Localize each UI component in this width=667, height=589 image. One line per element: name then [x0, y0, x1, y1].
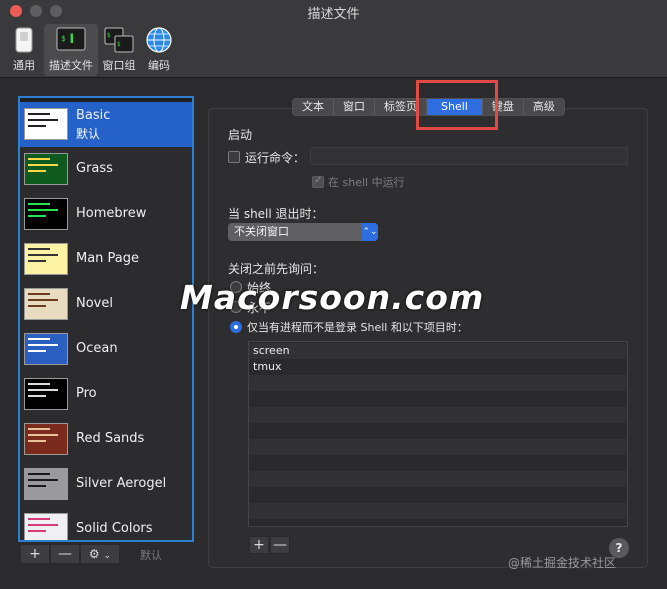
tab-advanced[interactable]: 高级: [524, 99, 564, 115]
tab-text[interactable]: 文本: [293, 99, 334, 115]
profile-name: Grass: [76, 161, 113, 176]
profile-item-solid-colors[interactable]: Solid Colors: [20, 507, 192, 540]
list-row-empty: [249, 439, 627, 455]
profile-name: Red Sands: [76, 431, 145, 446]
add-profile-button[interactable]: +: [20, 544, 50, 564]
profile-list[interactable]: Basic 默认 Grass Homebrew Man Page Novel O…: [18, 96, 194, 542]
toolbar-item-label: 编码: [148, 59, 170, 72]
globe-icon: [146, 27, 172, 53]
on-exit-heading: 当 shell 退出时：: [228, 207, 324, 221]
run-command-checkbox[interactable]: [228, 151, 240, 163]
profile-thumbnail: [24, 423, 68, 455]
profile-item-grass[interactable]: Grass: [20, 147, 192, 192]
toolbar-item-label: 描述文件: [49, 59, 93, 72]
remove-process-button[interactable]: —: [270, 536, 290, 554]
ask-before-close-heading: 关闭之前先询问：: [228, 262, 325, 276]
preferences-toolbar: 通用 $ ▌ 描述文件 $ $ 窗口组 编码: [0, 22, 667, 78]
list-row-empty: [249, 375, 627, 391]
profile-actions-menu[interactable]: ⚙ ⌄: [80, 544, 120, 564]
profile-list-footer: + — ⚙ ⌄ 默认: [20, 544, 192, 564]
watermark-text: Macorsoon.com: [180, 278, 485, 317]
profile-thumbnail: [24, 333, 68, 365]
toolbar-item-label: 窗口组: [102, 59, 136, 72]
profile-item-red-sands[interactable]: Red Sands: [20, 417, 192, 462]
on-exit-selected-value: 不关闭窗口: [234, 225, 289, 238]
profile-thumbnail: [24, 153, 68, 185]
set-default-button[interactable]: 默认: [140, 547, 162, 563]
switch-icon: [15, 27, 33, 53]
toolbar-item-encodings[interactable]: 编码: [142, 24, 176, 76]
chevron-down-icon: ⌄: [103, 551, 112, 561]
profile-name: Silver Aerogel: [76, 476, 167, 491]
profile-thumbnail: [24, 108, 68, 140]
radio-only-if-processes-label: 仅当有进程而不是登录 Shell 和以下项目时：: [247, 321, 468, 334]
profile-default-label: 默认: [76, 127, 101, 141]
terminal-icon: $ ▌: [56, 27, 86, 51]
profile-name: Man Page: [76, 251, 140, 266]
annotation-highlight-box: [416, 80, 498, 130]
window-title: 描述文件: [307, 7, 360, 22]
list-row-empty: [249, 407, 627, 423]
gear-icon: ⚙: [88, 547, 100, 561]
remove-profile-button[interactable]: —: [50, 544, 80, 564]
profile-item-man-page[interactable]: Man Page: [20, 237, 192, 282]
run-command-input[interactable]: [310, 147, 628, 165]
credit-text: @稀土掘金技术社区: [508, 556, 617, 570]
profile-item-homebrew[interactable]: Homebrew: [20, 192, 192, 237]
window-group-icon: $ $: [104, 27, 134, 53]
profile-thumbnail: [24, 243, 68, 275]
profile-name: Pro: [76, 386, 97, 401]
profile-name: Basic: [76, 108, 111, 123]
profile-thumbnail: [24, 378, 68, 410]
profile-thumbnail: [24, 513, 68, 540]
tab-window[interactable]: 窗口: [334, 99, 375, 115]
profile-name: Ocean: [76, 341, 118, 356]
toolbar-item-label: 通用: [13, 59, 35, 72]
profile-item-silver-aerogel[interactable]: Silver Aerogel: [20, 462, 192, 507]
profile-item-ocean[interactable]: Ocean: [20, 327, 192, 372]
add-process-button[interactable]: +: [249, 536, 269, 554]
svg-text:$ ▌: $ ▌: [61, 33, 75, 43]
list-item[interactable]: tmux: [249, 359, 627, 375]
run-in-shell-checkbox[interactable]: [312, 175, 324, 188]
svg-text:$: $: [117, 41, 121, 48]
toolbar-item-general[interactable]: 通用: [6, 24, 42, 76]
select-stepper-icon: ⌃⌄: [362, 223, 378, 241]
profile-item-pro[interactable]: Pro: [20, 372, 192, 417]
list-row-empty: [249, 503, 627, 519]
on-exit-select[interactable]: 不关闭窗口 ⌃⌄: [228, 223, 378, 241]
list-item[interactable]: screen: [249, 343, 627, 359]
profile-thumbnail: [24, 468, 68, 500]
process-list[interactable]: screen tmux: [248, 341, 628, 527]
profile-name: Solid Colors: [76, 521, 153, 536]
profile-item-novel[interactable]: Novel: [20, 282, 192, 327]
run-command-label: 运行命令：: [245, 151, 306, 165]
toolbar-item-profiles[interactable]: $ ▌ 描述文件: [44, 24, 98, 76]
title-bar: 描述文件: [0, 0, 667, 22]
profile-thumbnail: [24, 198, 68, 230]
run-in-shell-label: 在 shell 中运行: [328, 176, 405, 189]
profile-item-basic[interactable]: Basic 默认: [20, 102, 192, 147]
profile-thumbnail: [24, 288, 68, 320]
toolbar-item-window-groups[interactable]: $ $ 窗口组: [100, 24, 138, 76]
svg-text:$: $: [107, 32, 111, 39]
startup-heading: 启动: [228, 128, 253, 142]
list-row-empty: [249, 471, 627, 487]
radio-only-if-processes[interactable]: [230, 321, 242, 333]
profile-name: Novel: [76, 296, 113, 311]
profile-name: Homebrew: [76, 206, 147, 221]
